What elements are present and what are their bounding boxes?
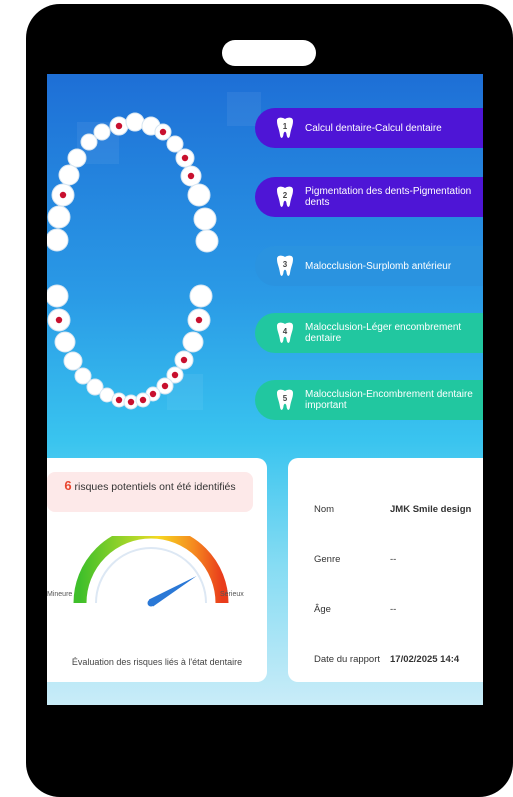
- dental-arch-chart: [47, 112, 219, 410]
- condition-number: 4: [282, 327, 288, 336]
- issue-marker: [55, 316, 63, 324]
- report-date-label: Date du rapport: [314, 654, 381, 665]
- risk-caption: Évaluation des risques liés à l'état den…: [71, 657, 243, 667]
- tooth-icon: 2: [273, 185, 297, 209]
- report-screen: 1 Calcul dentaire-Calcul dentaire 2 Pigm…: [47, 74, 483, 705]
- tooth-icon: 1: [273, 116, 297, 140]
- condition-number: 1: [282, 122, 288, 131]
- condition-number: 3: [282, 260, 288, 269]
- issue-marker: [115, 122, 123, 130]
- condition-item-2[interactable]: 2 Pigmentation des dents-Pigmentation de…: [255, 177, 483, 217]
- condition-label: Pigmentation des dents-Pigmentation dent…: [305, 186, 472, 208]
- gauge-min-label: Mineure: [47, 591, 73, 598]
- patient-info-card: Nom JMK Smile design Genre -- Âge -- Dat…: [288, 458, 483, 682]
- tooth: [80, 133, 98, 151]
- issue-marker: [59, 191, 67, 199]
- risk-summary-banner: 6 risques potentiels ont été identifiés: [47, 472, 253, 512]
- tooth: [125, 112, 145, 132]
- tooth: [182, 331, 204, 353]
- tooth: [195, 229, 219, 253]
- gauge-inner-track: [95, 547, 207, 604]
- issue-marker: [171, 371, 179, 379]
- condition-label: Malocclusion-Surplomb antérieur: [305, 260, 452, 272]
- condition-number: 5: [282, 394, 288, 403]
- gender-label: Genre: [314, 554, 341, 565]
- tooth: [193, 207, 217, 231]
- condition-label: Malocclusion-Encombrement dentaire impor…: [305, 389, 473, 411]
- tooth: [189, 284, 213, 308]
- condition-item-5[interactable]: 5 Malocclusion-Encombrement dentaire imp…: [255, 380, 483, 420]
- tooth: [93, 123, 111, 141]
- name-label: Nom: [314, 504, 335, 515]
- risk-gauge: [73, 536, 229, 607]
- tooth-icon: 3: [273, 254, 297, 278]
- device-notch: [222, 40, 316, 66]
- age-value: --: [390, 604, 397, 615]
- needle-hub: [147, 599, 155, 607]
- condition-label: Calcul dentaire-Calcul dentaire: [305, 122, 442, 134]
- issue-marker: [127, 398, 135, 406]
- condition-item-3[interactable]: 3 Malocclusion-Surplomb antérieur: [255, 246, 483, 286]
- gauge-max-label: Sérieux: [220, 591, 244, 598]
- issue-marker: [159, 128, 167, 136]
- gauge-needle: [147, 576, 197, 607]
- tooth: [47, 228, 69, 252]
- issue-marker: [180, 356, 188, 364]
- condition-item-4[interactable]: 4 Malocclusion-Léger encombrement dentai…: [255, 313, 483, 353]
- tooth: [54, 331, 76, 353]
- risk-count: 6: [64, 478, 72, 493]
- tooth: [187, 183, 211, 207]
- condition-number: 2: [282, 191, 288, 200]
- risk-card: 6 risques potentiels ont été identifiés …: [47, 458, 267, 682]
- issue-marker: [139, 396, 147, 404]
- issue-marker: [181, 154, 189, 162]
- gauge-arc: [73, 536, 229, 604]
- tooth: [58, 164, 80, 186]
- condition-item-1[interactable]: 1 Calcul dentaire-Calcul dentaire: [255, 108, 483, 148]
- tooth-icon: 5: [273, 388, 297, 412]
- tooth-icon: 4: [273, 321, 297, 345]
- age-label: Âge: [314, 604, 331, 615]
- issue-marker: [115, 396, 123, 404]
- report-date-value: 17/02/2025 14:4: [390, 654, 460, 665]
- issue-marker: [149, 390, 157, 398]
- name-value: JMK Smile design: [390, 504, 472, 515]
- tooth: [67, 148, 87, 168]
- tooth: [47, 205, 71, 229]
- issue-marker: [195, 316, 203, 324]
- gender-value: --: [390, 554, 397, 565]
- tooth: [63, 351, 83, 371]
- needle-pointer: [148, 576, 197, 607]
- risk-summary-text: risques potentiels ont été identifiés: [74, 481, 236, 493]
- issue-marker: [187, 172, 195, 180]
- issue-marker: [161, 382, 169, 390]
- tooth: [47, 284, 69, 308]
- condition-label: Malocclusion-Léger encombrement dentaire: [305, 322, 462, 344]
